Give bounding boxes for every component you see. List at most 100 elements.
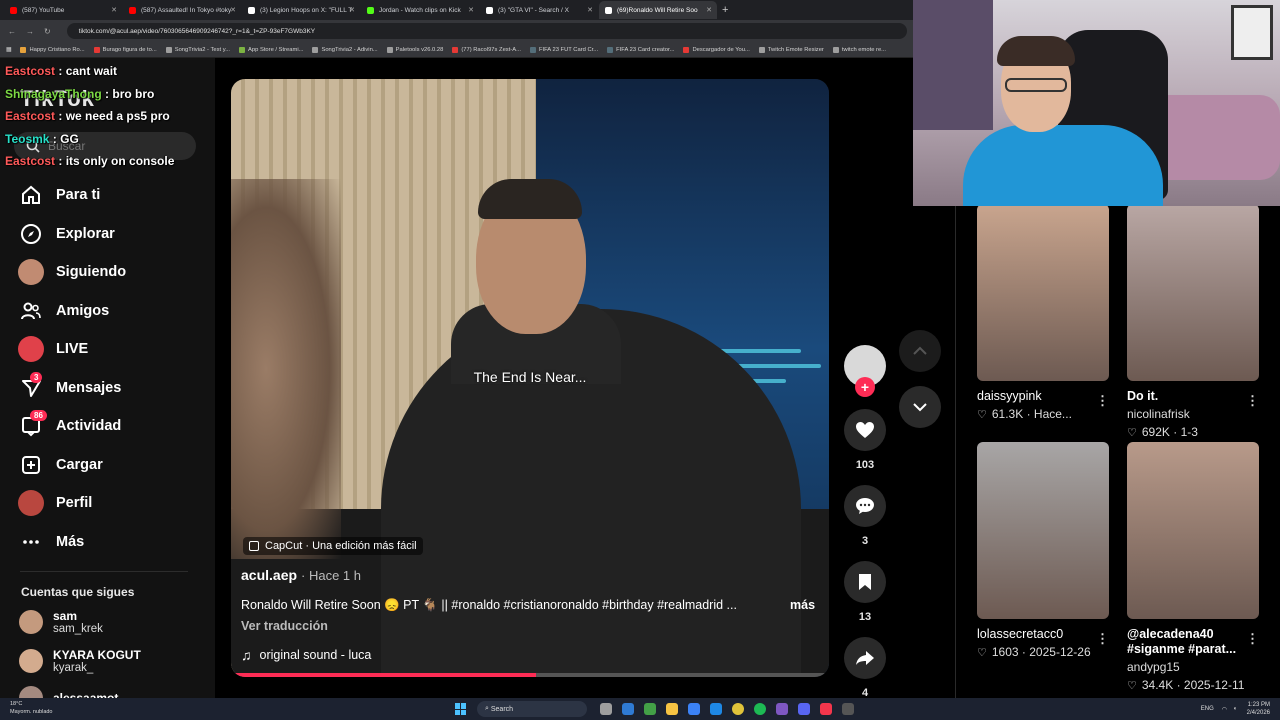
browser-tab[interactable]: (3) Legion Hoops on X: "FULL T ✕ <box>242 1 360 19</box>
like-button[interactable] <box>844 409 886 451</box>
video-card[interactable]: @alecadena40 #siganme #parat... ⋮ andypg15… <box>1127 442 1259 692</box>
sidebar-item-mensajes[interactable]: 3 Mensajes <box>18 369 126 408</box>
file-explorer-icon[interactable] <box>666 703 678 715</box>
translate-link[interactable]: Ver traducción <box>241 619 328 633</box>
language-indicator[interactable]: ENG <box>1201 706 1214 712</box>
next-video-button[interactable] <box>899 386 941 428</box>
browser-tab[interactable]: (3) "GTA VI" - Search / X ✕ <box>480 1 598 19</box>
bookmark[interactable]: FIFA 23 FUT Card Cr... <box>529 46 598 53</box>
video-progress-bar[interactable] <box>231 673 829 677</box>
taskbar-search[interactable]: ⌕ Search <box>477 701 587 717</box>
url-field[interactable]: tiktok.com/@acul.aep/video/7603065646909… <box>66 23 907 39</box>
sidebar-item-m-s[interactable]: Más <box>18 523 126 562</box>
wifi-icon[interactable]: ◠ <box>1222 706 1227 713</box>
task-view-icon[interactable] <box>600 703 612 715</box>
creator-avatar[interactable]: + <box>844 345 886 397</box>
webcam-wall-frame <box>1231 5 1273 60</box>
bookmark[interactable]: Paletools v26.0.28 <box>386 46 443 53</box>
kebab-menu-icon[interactable]: ⋮ <box>1246 393 1259 409</box>
tab-favicon <box>129 6 136 14</box>
video-thumbnail[interactable] <box>977 204 1109 381</box>
windows-start-icon[interactable] <box>455 703 467 715</box>
obs-icon[interactable] <box>776 703 788 715</box>
bookmark[interactable]: Happy Cristiano Ro... <box>20 46 85 53</box>
mail-icon[interactable] <box>710 703 722 715</box>
sidebar-item-explorar[interactable]: Explorar <box>18 215 126 254</box>
browser-tab[interactable]: (587) YouTube ✕ <box>4 1 122 19</box>
close-tab-icon[interactable]: ✕ <box>587 6 593 14</box>
progress-fill <box>231 673 536 677</box>
video-author[interactable]: acul.aep · Hace 1 h <box>241 567 361 583</box>
bookmark[interactable]: Descargador de You... <box>683 46 750 53</box>
bookmark[interactable]: Burago figura de to... <box>93 46 157 53</box>
followed-account[interactable]: sam sam_krek <box>19 609 103 635</box>
discord-icon[interactable] <box>798 703 810 715</box>
volume-icon[interactable]: ◖ <box>1233 706 1237 712</box>
kebab-menu-icon[interactable]: ⋮ <box>1096 393 1109 409</box>
sidebar-item-perfil[interactable]: Perfil <box>18 484 126 523</box>
back-icon[interactable]: ← <box>8 27 16 36</box>
bookmark[interactable]: App Store / Streami... <box>239 46 303 53</box>
sidebar-item-cargar[interactable]: Cargar <box>18 446 126 485</box>
apps-grid-icon[interactable]: ▦ <box>6 47 11 53</box>
store-icon[interactable] <box>688 703 700 715</box>
video-thumbnail[interactable] <box>1127 204 1259 381</box>
video-date: 2025-12-11 <box>1183 678 1245 692</box>
browser-tab[interactable]: (69)Ronaldo Will Retire Soo ✕ <box>599 1 717 19</box>
save-button[interactable] <box>844 561 886 603</box>
bookmark[interactable]: (77) Racol97s Zest-A... <box>452 46 521 53</box>
sound-link[interactable]: ♫ original sound - luca <box>241 647 371 663</box>
browser-tab[interactable]: (587) Assaulted! In Tokyo #toky ✕ <box>123 1 241 19</box>
bookmark[interactable]: SongTrivia2 - Adivin... <box>312 46 378 53</box>
close-tab-icon[interactable]: ✕ <box>468 6 474 14</box>
bookmark[interactable]: FIFA 23 Card creator... <box>607 46 675 53</box>
clock[interactable]: 1:23 PM 2/4/2026 <box>1247 701 1270 717</box>
kebab-menu-icon[interactable]: ⋮ <box>1096 631 1109 647</box>
browser-tab[interactable]: Jordan - Watch clips on Kick ✕ <box>361 1 479 19</box>
more-button[interactable]: más <box>790 598 815 612</box>
sidebar-item-live[interactable]: LIVE <box>18 330 126 369</box>
webcam-glasses <box>1005 78 1067 92</box>
previous-video-button[interactable] <box>899 330 941 372</box>
share-button[interactable] <box>844 637 886 679</box>
edge-icon[interactable] <box>622 703 634 715</box>
new-tab-icon[interactable]: + <box>722 4 728 16</box>
music-icon[interactable] <box>820 703 832 715</box>
sidebar-item-para-ti[interactable]: Para ti <box>18 176 126 215</box>
close-tab-icon[interactable]: ✕ <box>111 6 117 14</box>
bookmark[interactable]: SongTrivia2 - Test y... <box>165 46 230 53</box>
bookmark-label: FIFA 23 Card creator... <box>616 46 675 53</box>
chrome-icon[interactable] <box>732 703 744 715</box>
video-card[interactable]: Do it. ⋮ nicolinafrisk ♡ 692K · 1-3 <box>1127 204 1259 439</box>
account-name: KYARA KOGUT <box>53 648 141 662</box>
kebab-menu-icon[interactable]: ⋮ <box>1246 631 1259 647</box>
bookmark[interactable]: Twitch Emote Resizer <box>758 46 824 53</box>
follow-plus-icon[interactable]: + <box>855 377 875 397</box>
followed-account[interactable]: KYARA KOGUT kyarak_ <box>19 648 141 674</box>
app-icon[interactable] <box>842 703 854 715</box>
close-tab-icon[interactable]: ✕ <box>349 6 355 14</box>
xbox-icon[interactable] <box>644 703 656 715</box>
sidebar-item-amigos[interactable]: Amigos <box>18 292 126 331</box>
weather-widget[interactable]: 18°C Mayorm. nublado <box>10 700 53 716</box>
capcut-tag[interactable]: CapCut · Una edición más fácil <box>243 537 423 555</box>
sidebar-item-siguiendo[interactable]: Siguiendo <box>18 253 126 292</box>
system-tray: ENG ◠ ◖ 1:23 PM 2/4/2026 <box>1201 701 1270 717</box>
reload-icon[interactable]: ↻ <box>44 27 51 36</box>
video-card[interactable]: lolassecretacc0 ⋮ ♡ 1603 · 2025-12-26 <box>977 442 1109 659</box>
video-player[interactable]: The End Is Near... CapCut · Una edición … <box>231 79 829 677</box>
account-handle: sam_krek <box>53 623 103 635</box>
forward-icon[interactable]: → <box>26 27 34 36</box>
tab-favicon <box>486 6 493 14</box>
spotify-icon[interactable] <box>754 703 766 715</box>
bookmark[interactable]: twitch emote re... <box>832 46 886 53</box>
video-thumbnail[interactable] <box>977 442 1109 619</box>
sidebar-item-label: Más <box>56 533 85 550</box>
video-thumbnail[interactable] <box>1127 442 1259 619</box>
comment-button[interactable] <box>844 485 886 527</box>
video-card[interactable]: daissyypink ⋮ ♡ 61.3K · Hace... <box>977 204 1109 421</box>
close-tab-icon[interactable]: ✕ <box>230 6 236 14</box>
close-tab-icon[interactable]: ✕ <box>706 6 712 14</box>
video-username: nicolinafrisk <box>1127 407 1190 421</box>
sidebar-item-actividad[interactable]: 86 Actividad <box>18 407 126 446</box>
